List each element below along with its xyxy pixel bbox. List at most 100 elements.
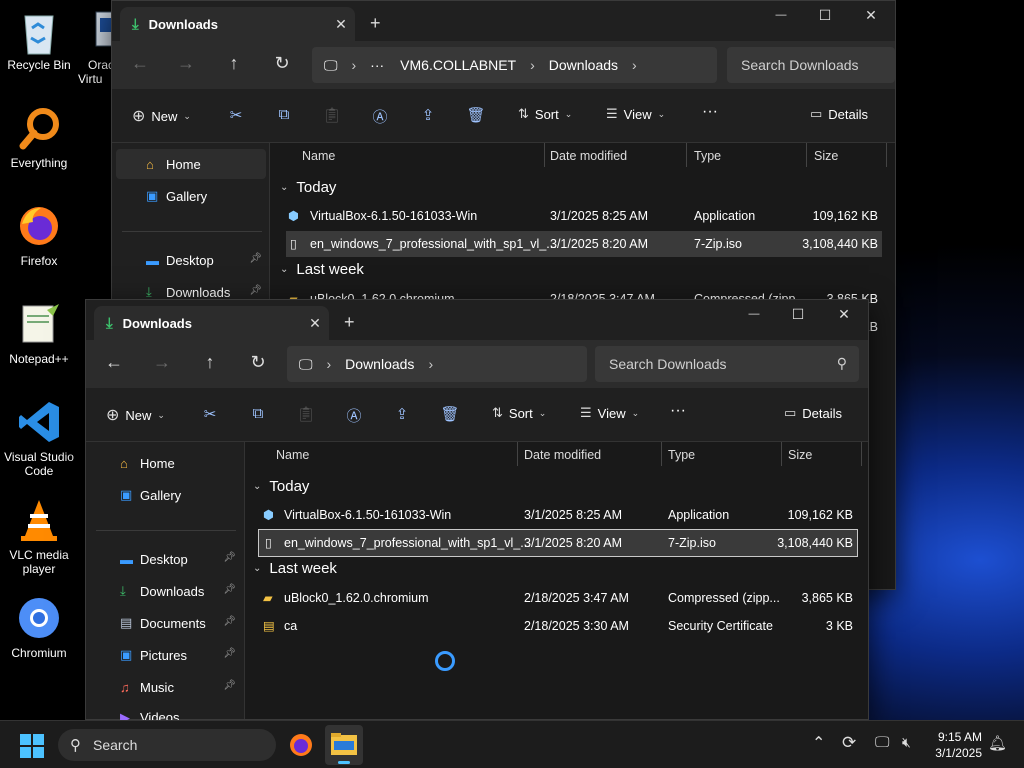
desktop-icon-vlc[interactable]: VLC media player [1,498,77,576]
sort-button[interactable]: ⇅ Sort ⌄ [492,405,546,421]
column-header-size[interactable]: Size [814,149,838,163]
table-row[interactable]: ▤ ca 2/18/2025 3:30 AM Security Certific… [259,613,857,639]
paste-icon[interactable]: 📋︎ [296,405,316,425]
breadcrumb-vm6-collabnet[interactable]: VM6.COLLABNET [400,57,516,73]
table-row[interactable]: ⬢ VirtualBox-6.1.50-161033-Win 3/1/2025 … [286,203,882,229]
breadcrumb-downloads[interactable]: Downloads [345,356,414,372]
delete-icon[interactable]: 🗑︎ [466,106,486,126]
share-icon[interactable]: ⇪ [392,405,412,425]
details-button[interactable]: ▭ Details [810,106,868,122]
column-header-type[interactable]: Type [668,448,695,462]
share-icon[interactable]: ⇪ [418,106,438,126]
column-header-size[interactable]: Size [788,448,812,462]
close-tab-button[interactable]: ✕ [327,16,355,33]
show-hidden-icons-button[interactable]: ⌃ [812,733,825,753]
desktop-icon-vscode[interactable]: Visual Studio Code [1,400,77,478]
close-window-button[interactable]: ✕ [851,7,891,24]
table-row[interactable]: ▯ en_windows_7_professional_with_sp1_vl_… [286,231,882,257]
clock[interactable]: 9:15 AM 3/1/2025 [935,729,982,761]
sidebar-item-desktop[interactable]: ▬ Desktop 📌︎ [90,544,240,574]
search-input[interactable]: Search Downloads ⚲ [595,346,859,382]
address-overflow-button[interactable]: ··· [370,57,384,73]
group-header-today[interactable]: ⌄ Today [253,478,309,495]
videos-icon: ▶ [120,710,130,720]
tab-downloads[interactable]: ⤓ Downloads ✕ [120,7,355,41]
sidebar-item-downloads[interactable]: ⤓ Downloads 📌︎ [90,576,240,606]
desktop-icon-firefox[interactable]: Firefox [1,204,77,268]
sidebar-item-desktop[interactable]: ▬ Desktop 📌︎ [116,245,266,275]
sidebar-item-home[interactable]: ⌂ Home [116,149,266,179]
desktop-icon-notepadpp[interactable]: Notepad++ [1,302,77,366]
desktop-folder-icon: ▬ [120,551,133,567]
column-header-date[interactable]: Date modified [524,448,601,462]
column-header-date[interactable]: Date modified [550,149,627,163]
more-options-button[interactable]: ··· [670,402,686,420]
rename-icon[interactable]: Ⓐ [370,106,390,126]
forward-button[interactable]: → [172,53,200,77]
table-row-selected[interactable]: ▯ en_windows_7_professional_with_sp1_vl_… [258,529,858,557]
tab-downloads[interactable]: ⤓ Downloads ✕ [94,306,329,340]
desktop-icon-chromium[interactable]: Chromium [1,596,77,660]
sidebar-item-gallery[interactable]: ▣ Gallery [116,181,266,211]
sidebar-item-videos[interactable]: ▶ Videos [90,704,240,720]
sidebar-item-pictures[interactable]: ▣ Pictures 📌︎ [90,640,240,670]
rename-icon[interactable]: Ⓐ [344,405,364,425]
sidebar-item-music[interactable]: ♫ Music 📌︎ [90,672,240,702]
group-header-today[interactable]: ⌄ Today [280,179,336,196]
view-button[interactable]: ☰ View ⌄ [580,405,639,421]
forward-button[interactable]: → [148,352,176,376]
new-tab-button[interactable]: + [370,13,381,34]
address-bar[interactable]: 🖵 › Downloads › [287,346,587,382]
volume-muted-icon[interactable]: 🔇︎ [902,734,911,751]
details-button[interactable]: ▭ Details [784,405,842,421]
desktop-icon-recycle-bin[interactable]: Recycle Bin [1,8,77,72]
search-input[interactable]: Search Downloads [727,47,895,83]
maximize-button[interactable]: ☐ [805,7,845,24]
sort-button[interactable]: ⇅ Sort ⌄ [518,106,572,122]
breadcrumb-downloads[interactable]: Downloads [549,57,618,73]
new-tab-button[interactable]: + [344,312,355,333]
paste-icon[interactable]: 📋︎ [322,106,342,126]
up-button[interactable]: ↑ [220,53,248,77]
group-header-last-week[interactable]: ⌄ Last week [253,560,337,577]
cut-icon[interactable]: ✂ [226,106,246,126]
table-row[interactable]: ▰ uBlock0_1.62.0.chromium 2/18/2025 3:47… [259,585,857,611]
maximize-button[interactable]: ☐ [778,306,818,323]
network-icon[interactable]: 🖵 [875,734,889,751]
sidebar-item-documents[interactable]: ▤ Documents 📌︎ [90,608,240,638]
start-button[interactable] [20,734,44,758]
column-header-name[interactable]: Name [276,448,309,462]
back-button[interactable]: ← [100,352,128,376]
sync-status-icon[interactable]: ⟳ [842,733,856,753]
taskbar-firefox[interactable] [288,732,314,763]
close-window-button[interactable]: ✕ [824,306,864,323]
view-button[interactable]: ☰ View ⌄ [606,106,665,122]
sidebar-item-gallery[interactable]: ▣ Gallery [90,480,240,510]
delete-icon[interactable]: 🗑︎ [440,405,460,425]
minimize-button[interactable]: — [761,9,801,21]
close-tab-button[interactable]: ✕ [301,315,329,332]
taskbar-file-explorer[interactable] [325,725,363,765]
new-button[interactable]: ⊕ New ⌄ [132,106,191,126]
refresh-button[interactable]: ↻ [268,53,296,77]
refresh-button[interactable]: ↻ [244,352,272,376]
taskbar-search[interactable]: ⚲ Search [58,729,276,761]
desktop-icon-oracle-virtualbox[interactable]: Orac Virtu [78,8,112,86]
plus-icon: ⊕ [106,407,120,424]
column-header-type[interactable]: Type [694,149,721,163]
more-options-button[interactable]: ··· [702,103,718,121]
notification-bell-icon[interactable]: 🔔︎ [988,734,1007,752]
group-header-last-week[interactable]: ⌄ Last week [280,261,364,278]
new-button[interactable]: ⊕ New ⌄ [106,405,165,425]
column-header-name[interactable]: Name [302,149,335,163]
minimize-button[interactable]: — [734,308,774,320]
table-row[interactable]: ⬢ VirtualBox-6.1.50-161033-Win 3/1/2025 … [259,502,857,528]
desktop-icon-everything[interactable]: Everything [1,106,77,170]
back-button[interactable]: ← [126,53,154,77]
sidebar-item-home[interactable]: ⌂ Home [90,448,240,478]
copy-icon[interactable]: ⧉ [248,405,268,425]
copy-icon[interactable]: ⧉ [274,106,294,126]
address-bar[interactable]: 🖵 › ··· VM6.COLLABNET › Downloads › [312,47,717,83]
up-button[interactable]: ↑ [196,352,224,376]
cut-icon[interactable]: ✂ [200,405,220,425]
